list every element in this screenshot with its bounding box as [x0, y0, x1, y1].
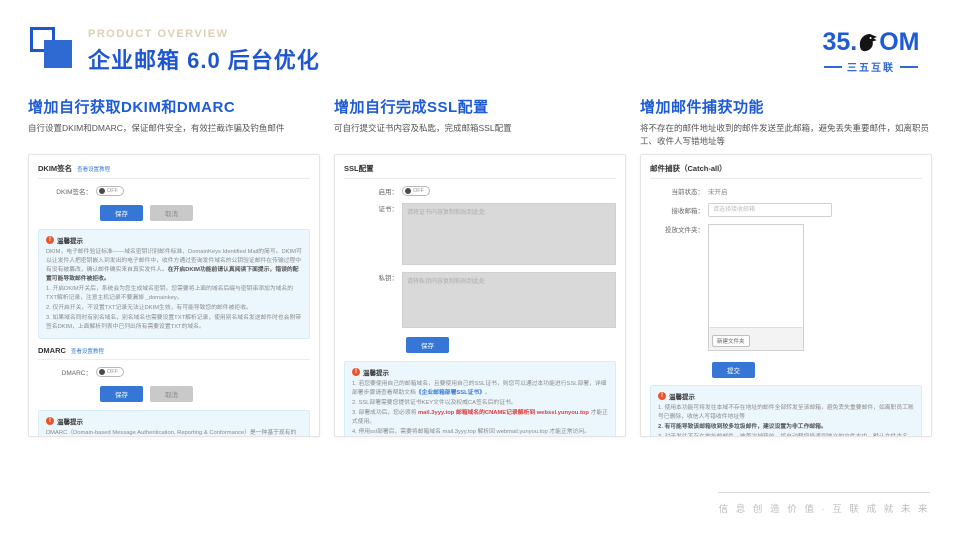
header: PRODUCT OVERVIEW 企业邮箱 6.0 后台优化 35. OM 三五…: [30, 26, 930, 82]
status-label: 当前状态：: [650, 186, 708, 196]
dmarc-notice-box: 温馨提示 DMARC（Domain-based Message Authenti…: [38, 410, 310, 437]
catch-all-notice-box: 温馨提示 1. 使用本功能可将发往本域不存在地址的邮件全部转发至该邮箱，避免丢失…: [650, 385, 922, 437]
dkim-notice-item: 1. 开启DKIM开关后，系统会为您生成域名密钥，您需要将上面的域名后缀与密钥串…: [46, 285, 302, 303]
slide-logo-mark-icon: [30, 26, 76, 72]
column-description: 将不存在的邮件地址收到的邮件发送至此邮箱，避免丢失重要邮件，如离职员工、收件人写…: [640, 122, 932, 149]
dkim-toggle-label: DKIM签名：: [38, 186, 96, 196]
ssl-notice-item: 3. 部署成功后，您必须将 mail.3yyy.top 邮箱域名的CNAME记录…: [352, 409, 608, 427]
submit-button[interactable]: 提交: [712, 362, 755, 378]
dmarc-section-title: DMARC: [38, 346, 66, 355]
ssl-section-title: SSL配置: [344, 163, 374, 174]
dkim-notice-item: 3. 如果域名同时有别名域名，别名域名也需要设置TXT解析记录，使用别名域名发送…: [46, 314, 302, 332]
brand-name-post: OM: [879, 30, 919, 55]
warning-icon: [352, 368, 360, 376]
warning-icon: [46, 236, 54, 244]
ssl-notice-item: 1. 若您要使用自己的邮箱域名，且要使用自己的SSL证书，则您可以通过本功能进行…: [352, 380, 608, 398]
eyebrow-label: PRODUCT OVERVIEW: [88, 28, 320, 40]
ssl-panel: SSL配置 启用： OFF 证书： 私钥： 保存: [334, 154, 626, 437]
dkim-help-link[interactable]: 查看设置教程: [77, 165, 110, 173]
dkim-section-title: DKIM签名: [38, 163, 72, 174]
toggle-state-text: OFF: [413, 188, 424, 194]
receive-mailbox-label: 接收邮箱：: [650, 205, 708, 215]
ssl-enable-label: 启用：: [344, 186, 402, 196]
catch-all-section-title: 邮件捕获（Catch-all）: [650, 163, 727, 174]
column-catch-all: 增加邮件捕获功能 将不存在的邮件地址收到的邮件发送至此邮箱，避免丢失重要邮件，如…: [640, 96, 932, 437]
dkim-notice-item: 2. 仅开启开关，不设置TXT记录无法让DKIM生效，有可能导致您的邮件被拒收。: [46, 304, 302, 313]
toggle-state-text: OFF: [107, 369, 118, 375]
dkim-dmarc-panel: DKIM签名 查看设置教程 DKIM签名： OFF 保存 取消 温馨提示: [28, 154, 320, 437]
ssl-key-textarea[interactable]: [402, 272, 616, 328]
folder-select-box[interactable]: 新建文件夹: [708, 224, 804, 351]
column-title: 增加自行获取DKIM和DMARC: [28, 96, 320, 117]
ssl-cert-textarea[interactable]: [402, 203, 616, 265]
warning-icon: [658, 392, 666, 400]
toggle-knob-icon: [405, 188, 411, 194]
receive-mailbox-input[interactable]: [708, 203, 832, 217]
logo-filled-square: [44, 40, 72, 68]
ssl-cert-label: 证书：: [344, 203, 402, 213]
dkim-toggle[interactable]: OFF: [96, 186, 124, 196]
column-description: 自行设置DKIM和DMARC，保证邮件安全，有效拦截诈骗及钓鱼邮件: [28, 122, 320, 149]
dkim-notice-intro: DKIM，电子邮件验证标准——域名密钥识别邮件标准，DomainKeys Ide…: [46, 248, 302, 284]
ssl-key-label: 私钥：: [344, 272, 402, 282]
column-ssl: 增加自行完成SSL配置 可自行提交证书内容及私匙，完成邮箱SSL配置 SSL配置…: [334, 96, 626, 437]
dmarc-help-link[interactable]: 查看设置教程: [71, 347, 104, 355]
dkim-save-button[interactable]: 保存: [100, 205, 143, 221]
dmarc-notice-intro: DMARC（Domain-based Message Authenticatio…: [46, 429, 302, 437]
eagle-icon: [856, 31, 880, 55]
status-value: 未开启: [708, 186, 728, 196]
dkim-notice-box: 温馨提示 DKIM，电子邮件验证标准——域名密钥识别邮件标准，DomainKey…: [38, 229, 310, 339]
ssl-save-button[interactable]: 保存: [406, 337, 449, 353]
dmarc-toggle[interactable]: OFF: [96, 367, 124, 377]
notice-title: 温馨提示: [363, 367, 389, 377]
ssl-notice-item: 2. SSL部署需要您提供证书KEY文件以及权威CA签名后的证书。: [352, 399, 608, 408]
ssl-notice-box: 温馨提示 1. 若您要使用自己的邮箱域名，且要使用自己的SSL证书，则您可以通过…: [344, 361, 616, 437]
ssl-notice-item: 4. 停用ssl部署后，需要将邮箱域名 mail.3yyy.top 解析回 we…: [352, 428, 608, 437]
toggle-knob-icon: [99, 188, 105, 194]
footer: 信 息 创 造 价 值 · 互 联 成 就 未 来: [718, 492, 930, 515]
folder-toolbar: 新建文件夹: [709, 327, 803, 350]
folder-list[interactable]: [709, 225, 803, 327]
new-folder-button[interactable]: 新建文件夹: [712, 335, 750, 347]
notice-title: 温馨提示: [57, 235, 83, 245]
brand-divider-line: [900, 66, 918, 68]
warning-icon: [46, 417, 54, 425]
dmarc-cancel-button[interactable]: 取消: [150, 386, 193, 402]
page-title: 企业邮箱 6.0 后台优化: [88, 43, 320, 75]
notice-title: 温馨提示: [669, 391, 695, 401]
column-description: 可自行提交证书内容及私匙，完成邮箱SSL配置: [334, 122, 626, 149]
feature-columns: 增加自行获取DKIM和DMARC 自行设置DKIM和DMARC，保证邮件安全，有…: [28, 96, 932, 437]
folder-label: 投放文件夹：: [650, 224, 708, 234]
column-dkim-dmarc: 增加自行获取DKIM和DMARC 自行设置DKIM和DMARC，保证邮件安全，有…: [28, 96, 320, 437]
notice-title: 温馨提示: [57, 416, 83, 426]
catch-all-panel: 邮件捕获（Catch-all） 当前状态： 未开启 接收邮箱： 投放文件夹： 新…: [640, 154, 932, 437]
dmarc-toggle-label: DMARC：: [38, 367, 96, 377]
brand-subtitle: 三五互联: [847, 59, 895, 74]
brand-logo: 35. OM 三五互联: [816, 30, 926, 74]
catch-all-notice-item: 2. 有可能导致该邮箱收到较多垃圾邮件，建议设置为非工作邮箱。: [658, 423, 914, 432]
ssl-enable-toggle[interactable]: OFF: [402, 186, 430, 196]
brand-name-pre: 35.: [822, 30, 857, 55]
brand-divider-line: [824, 66, 842, 68]
footer-slogan: 信 息 创 造 价 值 · 互 联 成 就 未 来: [718, 501, 930, 515]
catch-all-notice-item: 3. 对于发往不存在地址的邮件，被首次捕获前，将自动帮您投递到独立的文件夹中，默…: [658, 433, 914, 437]
ssl-doc-link[interactable]: 《企业邮箱部署SSL证书》: [416, 390, 485, 396]
dkim-cancel-button[interactable]: 取消: [150, 205, 193, 221]
dmarc-save-button[interactable]: 保存: [100, 386, 143, 402]
column-title: 增加邮件捕获功能: [640, 96, 932, 117]
toggle-knob-icon: [99, 369, 105, 375]
column-title: 增加自行完成SSL配置: [334, 96, 626, 117]
toggle-state-text: OFF: [107, 188, 118, 194]
catch-all-notice-item: 1. 使用本功能可将发往本域不存在地址的邮件全部转发至该邮箱，避免丢失重要邮件，…: [658, 404, 914, 422]
